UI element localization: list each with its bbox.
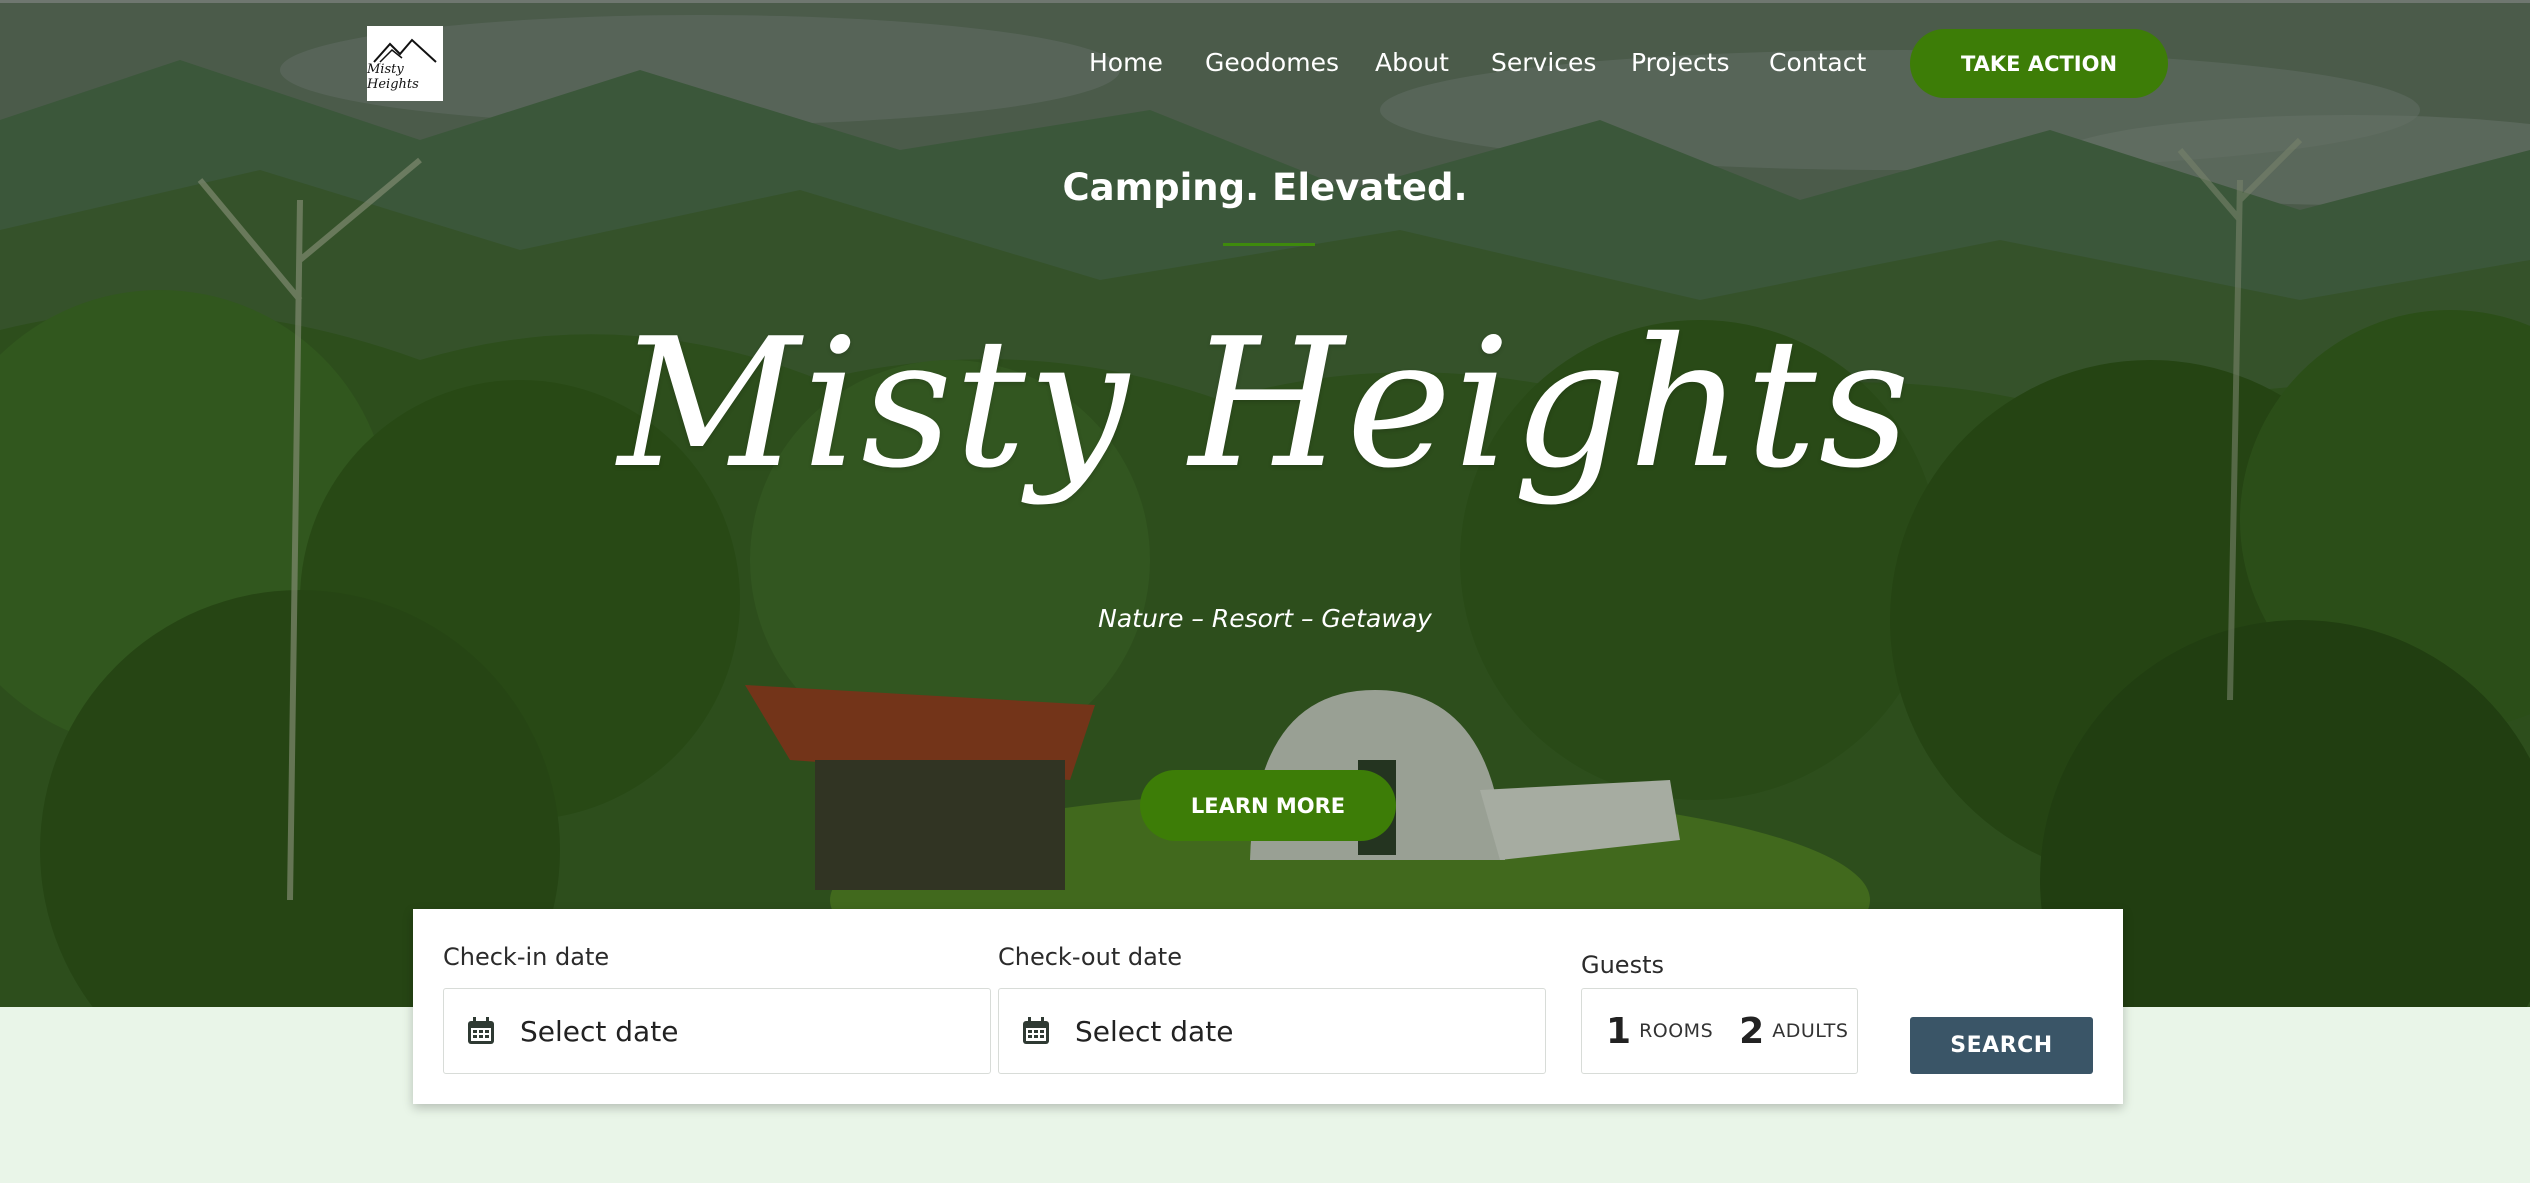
checkout-label: Check-out date — [998, 943, 1182, 971]
nav-item-projects[interactable]: Projects — [1631, 48, 1730, 77]
rooms-count: 1 — [1606, 1010, 1632, 1052]
rooms-label: ROOMS — [1639, 1020, 1714, 1042]
site-logo[interactable]: Misty Heights — [367, 26, 443, 101]
nav-item-geodomes[interactable]: Geodomes — [1205, 48, 1339, 77]
adults-count: 2 — [1739, 1010, 1765, 1052]
search-button[interactable]: SEARCH — [1910, 1017, 2093, 1074]
checkin-field[interactable]: Select date — [443, 988, 991, 1074]
nav-item-services[interactable]: Services — [1491, 48, 1596, 77]
learn-more-button[interactable]: LEARN MORE — [1140, 770, 1396, 841]
nav-item-about[interactable]: About — [1375, 48, 1449, 77]
take-action-button[interactable]: TAKE ACTION — [1910, 29, 2168, 98]
checkin-placeholder: Select date — [520, 1014, 679, 1048]
nav-item-contact[interactable]: Contact — [1769, 48, 1866, 77]
top-border — [0, 0, 2530, 3]
calendar-icon — [1023, 1017, 1049, 1044]
booking-widget: Check-in date Select date Check-out date… — [413, 909, 2123, 1104]
checkin-label: Check-in date — [443, 943, 610, 971]
tagline-divider — [1223, 243, 1315, 246]
hero-title: Misty Heights — [617, 300, 1913, 507]
guests-label: Guests — [1581, 951, 1664, 979]
nav-item-home[interactable]: Home — [1089, 48, 1163, 77]
hero-section: Misty Heights Home Geodomes About Servic… — [0, 0, 2530, 1007]
hero-subtitle: Nature – Resort – Getaway — [1098, 604, 1432, 633]
guests-selector[interactable]: 1 ROOMS 2 ADULTS — [1581, 988, 1858, 1074]
calendar-icon — [468, 1017, 494, 1044]
adults-label: ADULTS — [1772, 1020, 1849, 1042]
checkout-placeholder: Select date — [1075, 1014, 1234, 1048]
logo-text: Misty Heights — [367, 61, 419, 92]
checkout-field[interactable]: Select date — [998, 988, 1546, 1074]
hero-tagline: Camping. Elevated. — [1062, 166, 1468, 209]
